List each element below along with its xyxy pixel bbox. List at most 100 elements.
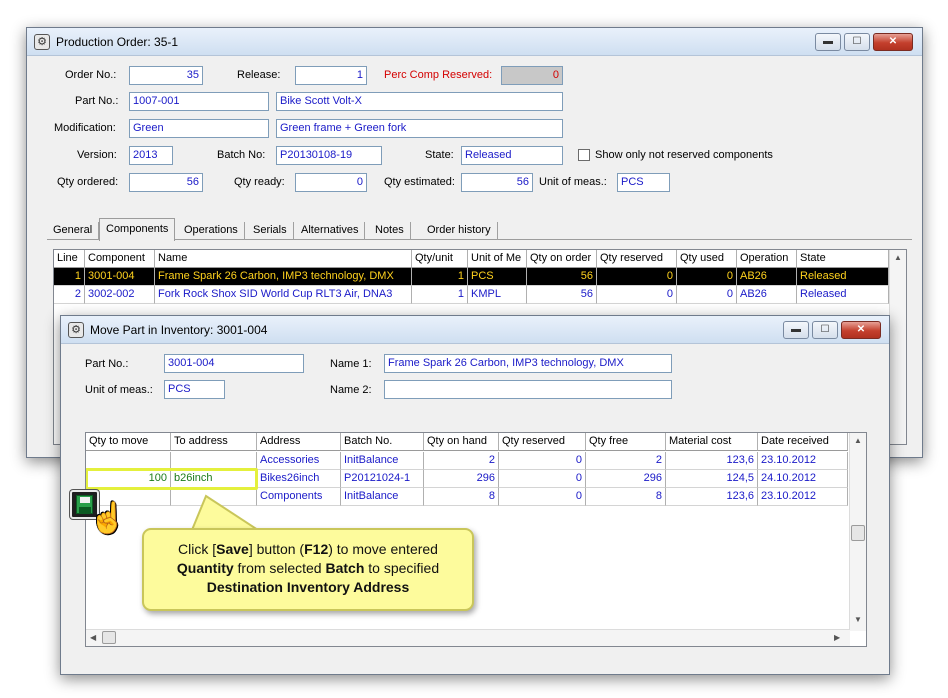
qty-used-cell[interactable]: 0 [677,268,737,286]
tab-serials[interactable]: Serials [247,222,294,240]
material-cost-cell[interactable]: 123,6 [666,488,758,506]
column-header[interactable]: Line [54,250,85,268]
tab-notes[interactable]: Notes [369,222,411,240]
qty-reserved-cell[interactable]: 0 [597,286,677,304]
move-unit-of-meas-field[interactable]: PCS [164,380,225,399]
qty-free-cell[interactable]: 8 [586,488,666,506]
tab-alternatives[interactable]: Alternatives [295,222,366,240]
component-cell[interactable]: 3002-002 [85,286,155,304]
name1-field[interactable]: Frame Spark 26 Carbon, IMP3 technology, … [384,354,672,373]
line-cell[interactable]: 2 [54,286,85,304]
column-header[interactable]: Material cost [666,433,758,451]
to-address-cell[interactable] [171,488,257,506]
unit-cell[interactable]: PCS [468,268,527,286]
column-header[interactable]: Qty on hand [424,433,499,451]
qty-unit-cell[interactable]: 1 [412,286,468,304]
batch-no-cell[interactable]: InitBalance [341,488,424,506]
qty-reserved-cell[interactable]: 0 [499,452,586,470]
tab-order-history[interactable]: Order history [421,222,498,240]
part-no-field[interactable]: 1007-001 [129,92,269,111]
release-field[interactable]: 1 [295,66,367,85]
maximize-button[interactable]: ☐ [844,33,870,51]
column-header[interactable]: Address [257,433,341,451]
qty-reserved-cell[interactable]: 0 [499,470,586,488]
date-received-cell[interactable]: 24.10.2012 [758,470,848,488]
qty-on-hand-cell[interactable]: 296 [424,470,499,488]
scroll-up-icon[interactable]: ▲ [894,253,902,262]
name-cell[interactable]: Frame Spark 26 Carbon, IMP3 technology, … [155,268,412,286]
date-received-cell[interactable]: 23.10.2012 [758,488,848,506]
scroll-down-icon[interactable]: ▼ [854,615,862,624]
qty-on-order-cell[interactable]: 56 [527,286,597,304]
qty-free-cell[interactable]: 2 [586,452,666,470]
show-only-not-reserved-checkbox[interactable] [578,149,590,161]
version-field[interactable]: 2013 [129,146,173,165]
column-header[interactable]: To address [171,433,257,451]
production-order-titlebar[interactable]: ⚙ Production Order: 35-1 ▬ ☐ ✕ [27,28,922,56]
column-header[interactable]: Component [85,250,155,268]
inventory-horizontal-scrollbar[interactable]: ◀ ▶ [86,629,850,646]
unit-cell[interactable]: KMPL [468,286,527,304]
unit-of-meas-field[interactable]: PCS [617,173,670,192]
name2-field[interactable] [384,380,672,399]
move-part-titlebar[interactable]: ⚙ Move Part in Inventory: 3001-004 ▬ ☐ ✕ [61,316,889,344]
scroll-thumb[interactable] [851,525,865,541]
scroll-thumb-horizontal[interactable] [102,631,116,644]
state-field[interactable]: Released [461,146,563,165]
column-header[interactable]: Qty used [677,250,737,268]
components-vertical-scrollbar[interactable]: ▲ [889,250,906,444]
modification-field[interactable]: Green [129,119,269,138]
minimize-button[interactable]: ▬ [815,33,841,51]
column-header[interactable]: Qty free [586,433,666,451]
qty-on-hand-cell[interactable]: 2 [424,452,499,470]
line-cell[interactable]: 1 [54,268,85,286]
scroll-left-icon[interactable]: ◀ [90,633,96,642]
qty-used-cell[interactable]: 0 [677,286,737,304]
column-header[interactable]: Qty on order [527,250,597,268]
address-cell[interactable]: Bikes26inch [257,470,341,488]
component-cell[interactable]: 3001-004 [85,268,155,286]
qty-reserved-cell[interactable]: 0 [499,488,586,506]
address-cell[interactable]: Accessories [257,452,341,470]
close-button[interactable]: ✕ [841,321,881,339]
column-header[interactable]: Qty/unit [412,250,468,268]
material-cost-cell[interactable]: 124,5 [666,470,758,488]
batch-no-cell[interactable]: InitBalance [341,452,424,470]
scroll-right-icon[interactable]: ▶ [834,633,840,642]
column-header[interactable]: Name [155,250,412,268]
tab-operations[interactable]: Operations [178,222,245,240]
column-header[interactable]: Unit of Me [468,250,527,268]
column-header[interactable]: State [797,250,889,268]
order-no-field[interactable]: 35 [129,66,203,85]
name-cell[interactable]: Fork Rock Shox SID World Cup RLT3 Air, D… [155,286,412,304]
scroll-up-icon[interactable]: ▲ [854,436,862,445]
column-header[interactable]: Qty to move [86,433,171,451]
qty-on-order-cell[interactable]: 56 [527,268,597,286]
column-header[interactable]: Date received [758,433,848,451]
qty-free-cell[interactable]: 296 [586,470,666,488]
state-cell[interactable]: Released [797,286,889,304]
operation-cell[interactable]: AB26 [737,268,797,286]
state-cell[interactable]: Released [797,268,889,286]
operation-cell[interactable]: AB26 [737,286,797,304]
column-header[interactable]: Batch No. [341,433,424,451]
inventory-vertical-scrollbar[interactable]: ▲ ▼ [849,433,866,631]
tab-general[interactable]: General [47,222,100,240]
qty-ordered-field[interactable]: 56 [129,173,203,192]
qty-estimated-field[interactable]: 56 [461,173,533,192]
tab-components[interactable]: Components [99,218,176,241]
batch-no-cell[interactable]: P20121024-1 [341,470,424,488]
qty-reserved-cell[interactable]: 0 [597,268,677,286]
column-header[interactable]: Qty reserved [499,433,586,451]
material-cost-cell[interactable]: 123,6 [666,452,758,470]
column-header[interactable]: Qty reserved [597,250,677,268]
address-cell[interactable]: Components [257,488,341,506]
minimize-button[interactable]: ▬ [783,321,809,339]
maximize-button[interactable]: ☐ [812,321,838,339]
qty-on-hand-cell[interactable]: 8 [424,488,499,506]
qty-ready-field[interactable]: 0 [295,173,367,192]
move-part-no-field[interactable]: 3001-004 [164,354,304,373]
modification-desc-field[interactable]: Green frame + Green fork [276,119,563,138]
batch-no-field[interactable]: P20130108-19 [276,146,382,165]
part-name-field[interactable]: Bike Scott Volt-X [276,92,563,111]
